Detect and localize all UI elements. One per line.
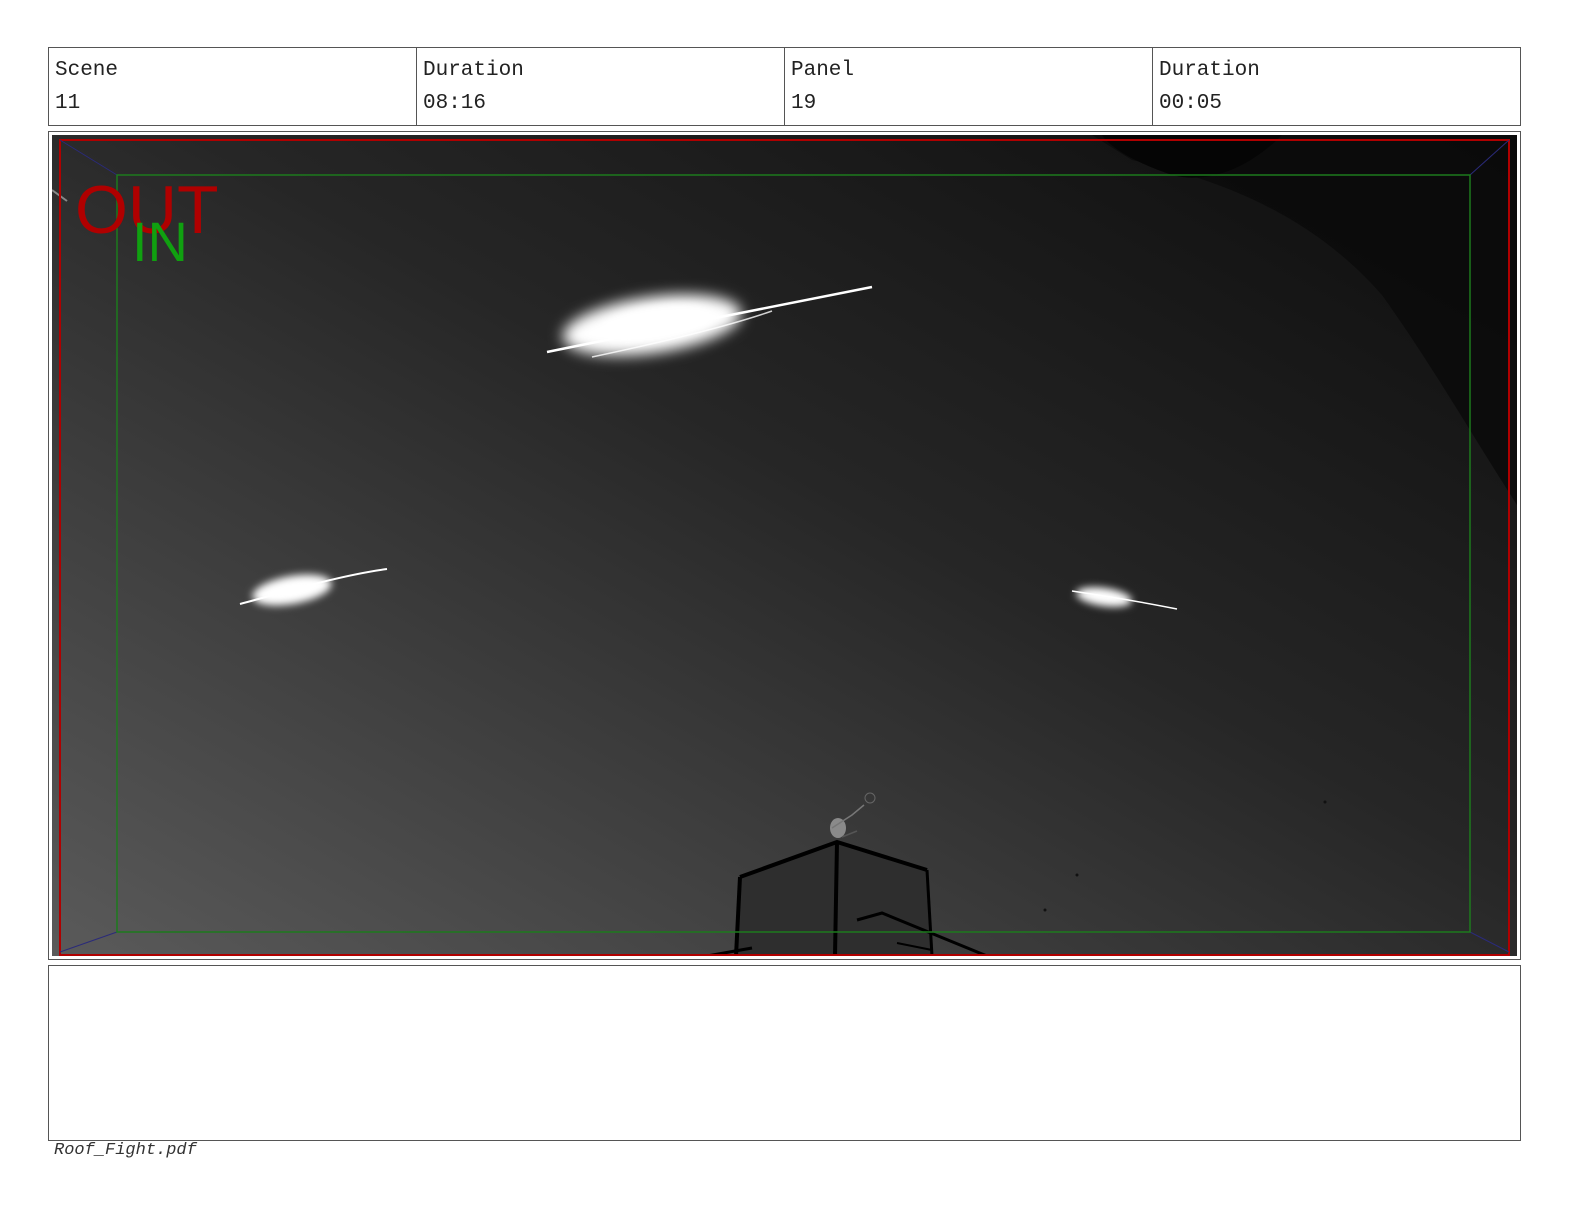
- panel-duration-cell: Duration 00:05: [1153, 48, 1520, 125]
- panel-artwork: OUT IN: [52, 135, 1517, 956]
- panel-label: Panel: [791, 59, 855, 82]
- scene-label: Scene: [55, 59, 119, 82]
- scene-value: 11: [55, 92, 81, 115]
- panel-notes-box: [48, 965, 1521, 1141]
- scene-duration-label: Duration: [423, 59, 524, 82]
- night-sky-background: [52, 135, 1517, 956]
- storyboard-panel: OUT IN: [48, 131, 1521, 960]
- panel-header-table: Scene 11 Duration 08:16 Panel 19 Duratio…: [48, 47, 1521, 126]
- document-filename: Roof_Fight.pdf: [54, 1141, 197, 1160]
- panel-duration-value: 00:05: [1159, 92, 1223, 115]
- in-frame-label: IN: [132, 210, 188, 273]
- scene-duration-cell: Duration 08:16: [417, 48, 785, 125]
- panel-duration-label: Duration: [1159, 59, 1260, 82]
- panel-value: 19: [791, 92, 817, 115]
- panel-cell: Panel 19: [785, 48, 1153, 125]
- scene-cell: Scene 11: [49, 48, 417, 125]
- scene-duration-value: 08:16: [423, 92, 487, 115]
